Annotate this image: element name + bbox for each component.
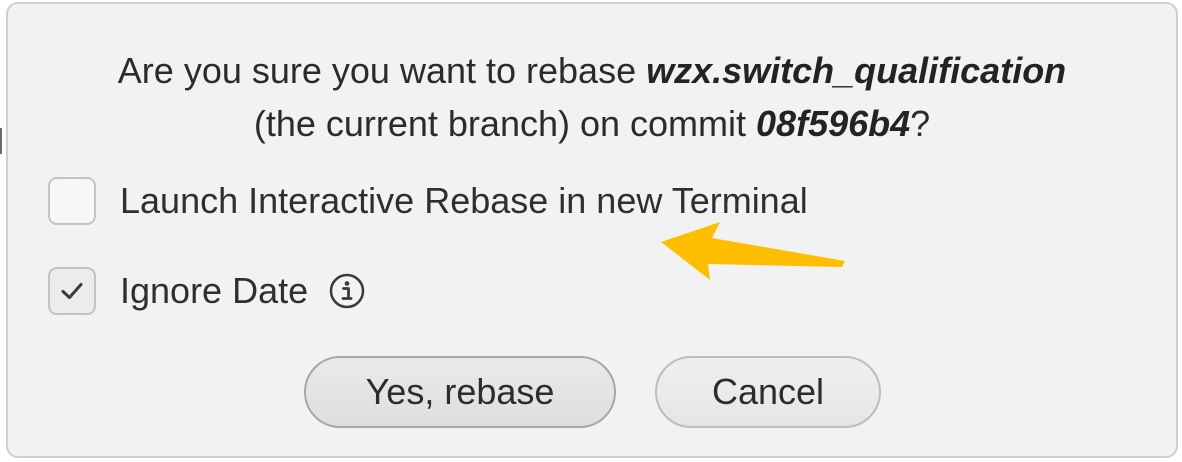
launch-interactive-rebase-checkbox[interactable] — [48, 177, 96, 225]
message-middle: (the current branch) on commit — [253, 103, 757, 144]
ignore-date-checkbox[interactable] — [48, 267, 96, 315]
yes-rebase-button[interactable]: Yes, rebase — [304, 356, 616, 428]
commit-hash: 08f596b4 — [756, 103, 911, 144]
message-prefix: Are you sure you want to rebase — [117, 50, 647, 91]
rebase-confirm-dialog: Are you sure you want to rebase wzx.swit… — [6, 2, 1178, 458]
arrow-pointer-icon — [661, 222, 845, 280]
cancel-button[interactable]: Cancel — [655, 356, 881, 428]
message-suffix: ? — [910, 103, 931, 144]
background-edge-mark — [0, 128, 2, 154]
ignore-date-label: Ignore Date — [120, 270, 309, 311]
info-icon[interactable] — [328, 272, 366, 310]
ignore-date-option[interactable]: Ignore Date — [48, 266, 366, 316]
checkmark-icon — [61, 283, 83, 299]
branch-name: wzx.switch_qualification — [646, 50, 1067, 91]
confirm-message-line-1: Are you sure you want to rebase wzx.swit… — [8, 44, 1176, 97]
confirm-message: Are you sure you want to rebase wzx.swit… — [8, 44, 1176, 150]
confirm-message-line-2: (the current branch) on commit 08f596b4? — [8, 97, 1176, 150]
